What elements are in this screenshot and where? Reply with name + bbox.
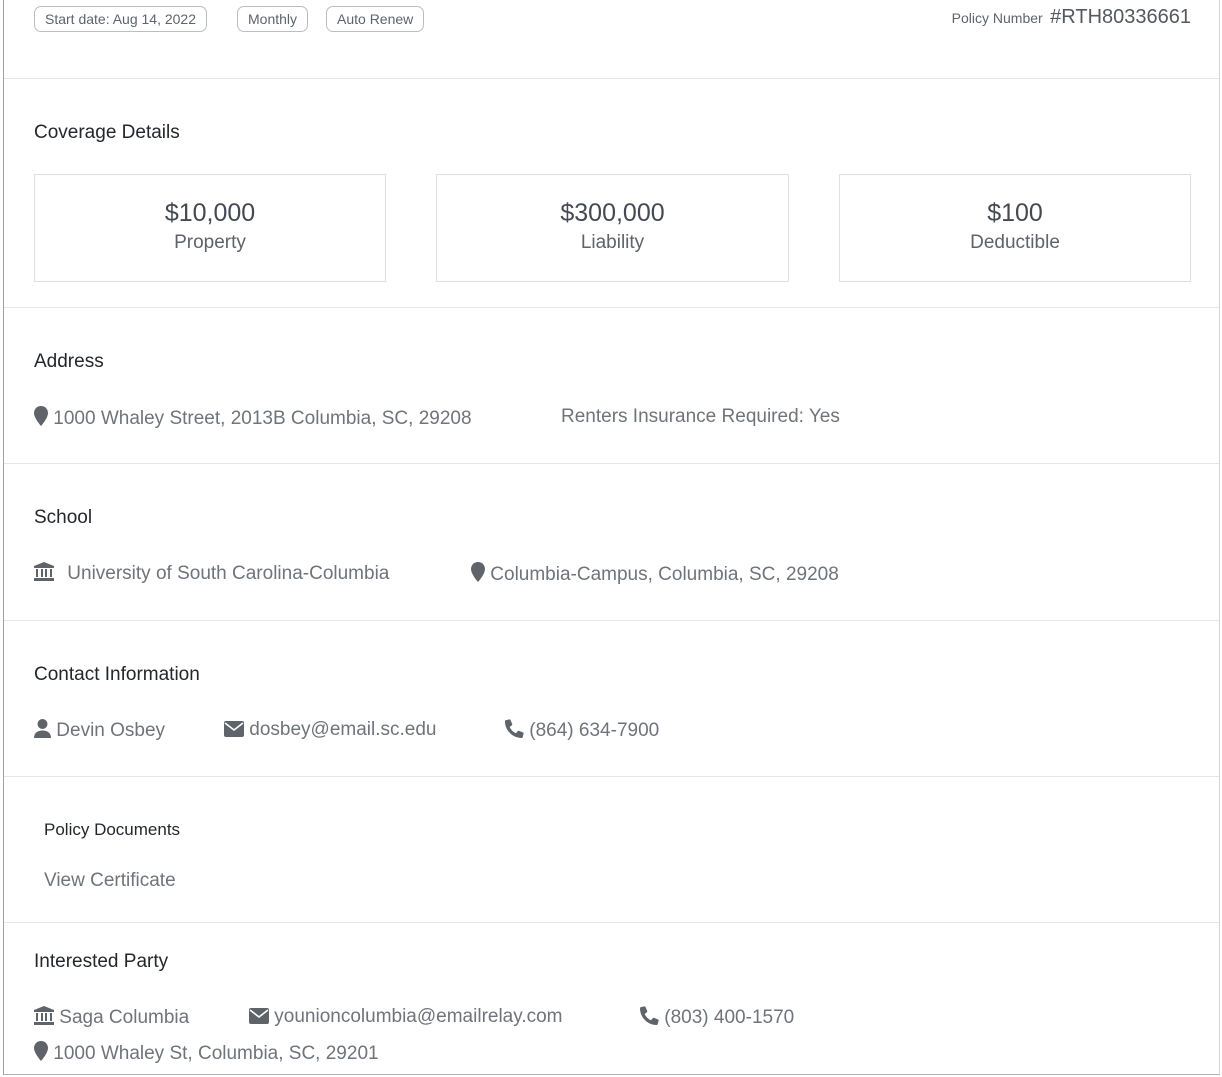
interested-party-title: Interested Party <box>34 951 169 972</box>
user-icon <box>34 719 51 738</box>
party-address: 1000 Whaley St, Columbia, SC, 29201 <box>53 1043 379 1064</box>
address-title: Address <box>34 351 104 372</box>
contact-email[interactable]: dosbey@email.sc.edu <box>249 719 436 740</box>
phone-icon <box>640 1006 659 1025</box>
bank-icon <box>34 1006 54 1025</box>
envelope-icon <box>224 721 244 737</box>
coverage-card-property: $10,000 Property <box>34 174 386 282</box>
coverage-card-deductible: $100 Deductible <box>839 174 1191 282</box>
school-campus-line: Columbia-Campus, Columbia, SC, 29208 <box>471 562 839 586</box>
coverage-label: Liability <box>580 232 645 253</box>
coverage-card-liability: $300,000 Liability <box>436 174 789 282</box>
map-marker-icon <box>471 562 485 582</box>
school-name-line: University of South Carolina-Columbia <box>34 562 389 585</box>
contact-title: Contact Information <box>34 664 200 685</box>
view-certificate-link[interactable]: View Certificate <box>44 870 176 892</box>
coverage-amount: $100 <box>987 199 1043 227</box>
party-name: Saga Columbia <box>59 1007 190 1028</box>
bank-icon <box>34 562 54 581</box>
auto-renew-badge: Auto Renew <box>326 6 425 32</box>
envelope-icon <box>249 1008 269 1024</box>
party-email[interactable]: younioncolumbia@emailrelay.com <box>274 1006 562 1027</box>
documents-title: Policy Documents <box>44 820 181 839</box>
billing-frequency-badge: Monthly <box>237 6 309 32</box>
party-email-line: younioncolumbia@emailrelay.com <box>249 1006 563 1028</box>
address-street: 1000 Whaley Street, 2013B Columbia, SC, … <box>53 408 472 429</box>
party-address-line: 1000 Whaley St, Columbia, SC, 29201 <box>34 1041 379 1065</box>
contact-phone[interactable]: (864) 634-7900 <box>529 720 659 741</box>
documents-divider <box>4 776 1219 777</box>
party-phone-line: (803) 400-1570 <box>640 1006 794 1029</box>
renters-required: Renters Insurance Required: Yes <box>561 406 840 427</box>
address-divider <box>4 307 1219 308</box>
party-name-line: Saga Columbia <box>34 1006 189 1029</box>
contact-divider <box>4 620 1219 621</box>
contact-name: Devin Osbey <box>56 720 166 741</box>
coverage-label: Property <box>174 232 246 253</box>
party-phone[interactable]: (803) 400-1570 <box>664 1007 794 1028</box>
policy-panel: Start date: Aug 14, 2022 Monthly Auto Re… <box>3 0 1220 1075</box>
map-marker-icon <box>34 406 48 426</box>
interested-party-divider <box>4 922 1219 923</box>
coverage-amount: $10,000 <box>164 199 256 227</box>
school-name: University of South Carolina-Columbia <box>67 563 390 584</box>
school-divider <box>4 463 1219 464</box>
contact-name-line: Devin Osbey <box>34 719 165 742</box>
coverage-title: Coverage Details <box>34 122 180 143</box>
coverage-amount: $300,000 <box>560 199 665 227</box>
school-campus: Columbia-Campus, Columbia, SC, 29208 <box>490 564 839 585</box>
coverage-divider <box>4 78 1219 79</box>
school-title: School <box>34 507 93 528</box>
contact-phone-line: (864) 634-7900 <box>505 719 659 742</box>
start-date-badge: Start date: Aug 14, 2022 <box>34 6 208 32</box>
coverage-label: Deductible <box>970 232 1060 253</box>
policy-number: Policy Number #RTH80336661 <box>952 6 1191 29</box>
policy-number-value: #RTH80336661 <box>1050 6 1191 28</box>
map-marker-icon <box>34 1041 48 1061</box>
contact-email-line: dosbey@email.sc.edu <box>224 719 437 741</box>
phone-icon <box>505 719 524 738</box>
address-line: 1000 Whaley Street, 2013B Columbia, SC, … <box>34 406 472 430</box>
policy-number-label: Policy Number <box>951 10 1043 26</box>
